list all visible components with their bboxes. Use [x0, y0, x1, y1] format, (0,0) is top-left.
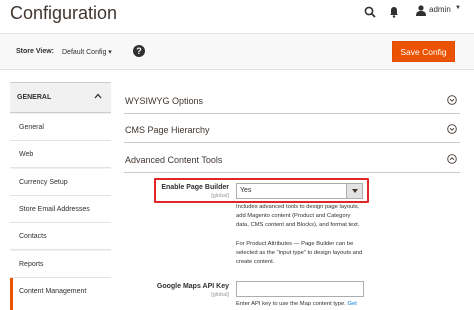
sidebar-item-general[interactable]: General [10, 114, 111, 141]
page-header: Configuration admin ▼ [0, 0, 474, 32]
page-builder-select-value: Yes [240, 187, 252, 194]
section-advanced-content-tools[interactable]: Advanced Content Tools [124, 145, 460, 173]
maps-api-key-label: Google Maps API Key [156, 283, 229, 290]
sidebar-item-contacts[interactable]: Contacts [10, 223, 111, 250]
sidebar-item-store-email-addresses[interactable]: Store Email Addresses [10, 196, 111, 223]
maps-api-key-input[interactable] [236, 281, 364, 297]
page-title: Configuration [10, 3, 118, 23]
sidebar-item-label: Reports [19, 261, 44, 268]
sidebar-group-general[interactable]: GENERAL [10, 83, 111, 113]
page-actions-bar: Store View: Default Config ▾ ? Save Conf… [0, 33, 474, 70]
search-icon[interactable] [364, 6, 376, 18]
dropdown-arrow-icon [346, 184, 362, 198]
store-view-switcher[interactable]: Default Config ▾ [62, 48, 112, 56]
section-cms-page-hierarchy[interactable]: CMS Page Hierarchy [124, 115, 460, 143]
store-view-label: Store View: [16, 48, 54, 55]
collapse-circle-icon [447, 154, 457, 164]
section-title: CMS Page Hierarchy [125, 125, 210, 135]
sidebar-item-label: Content Management [19, 288, 87, 295]
bell-icon[interactable] [389, 6, 399, 18]
sidebar-item-label: Currency Setup [19, 179, 68, 186]
sidebar-item-currency-setup[interactable]: Currency Setup [10, 169, 111, 196]
get-api-key-link[interactable]: Get [348, 301, 357, 307]
expand-circle-icon [447, 95, 457, 105]
sidebar-item-content-management[interactable]: Content Management [10, 278, 111, 310]
page-builder-select[interactable]: Yes [236, 183, 363, 199]
chevron-up-icon [94, 93, 102, 99]
section-title: WYSIWYG Options [125, 96, 204, 106]
page-builder-label: Enable Page Builder [161, 184, 229, 191]
sidebar-item-label: General [19, 124, 44, 131]
maps-api-key-scope: [global] [211, 292, 229, 298]
user-menu[interactable]: admin [429, 5, 451, 14]
sidebar-item-label: Store Email Addresses [19, 206, 90, 213]
save-config-button[interactable]: Save Config [392, 41, 455, 62]
config-sidebar: GENERAL General Web Currency Setup Store… [10, 82, 111, 310]
sidebar-item-label: Contacts [19, 233, 47, 240]
caret-down-icon[interactable]: ▼ [455, 5, 461, 11]
expand-circle-icon [447, 124, 457, 134]
sidebar-item-label: Web [19, 151, 34, 158]
user-icon[interactable] [416, 5, 426, 16]
sidebar-item-web[interactable]: Web [10, 141, 111, 168]
section-title: Advanced Content Tools [125, 155, 223, 165]
page-builder-product-note: For Product Attributes — Page Builder ca… [236, 241, 363, 265]
section-wysiwyg-options[interactable]: WYSIWYG Options [124, 86, 460, 114]
help-icon[interactable]: ? [133, 45, 145, 57]
sidebar-group-label: GENERAL [17, 94, 52, 101]
page-builder-note: Includes advanced tools to design page l… [236, 204, 360, 228]
maps-api-key-note: Enter API key to use the Map content typ… [236, 301, 357, 307]
maps-api-key-note-text: Enter API key to use the Map content typ… [236, 301, 346, 307]
page-builder-scope: [global] [211, 193, 229, 199]
sidebar-item-reports[interactable]: Reports [10, 251, 111, 278]
